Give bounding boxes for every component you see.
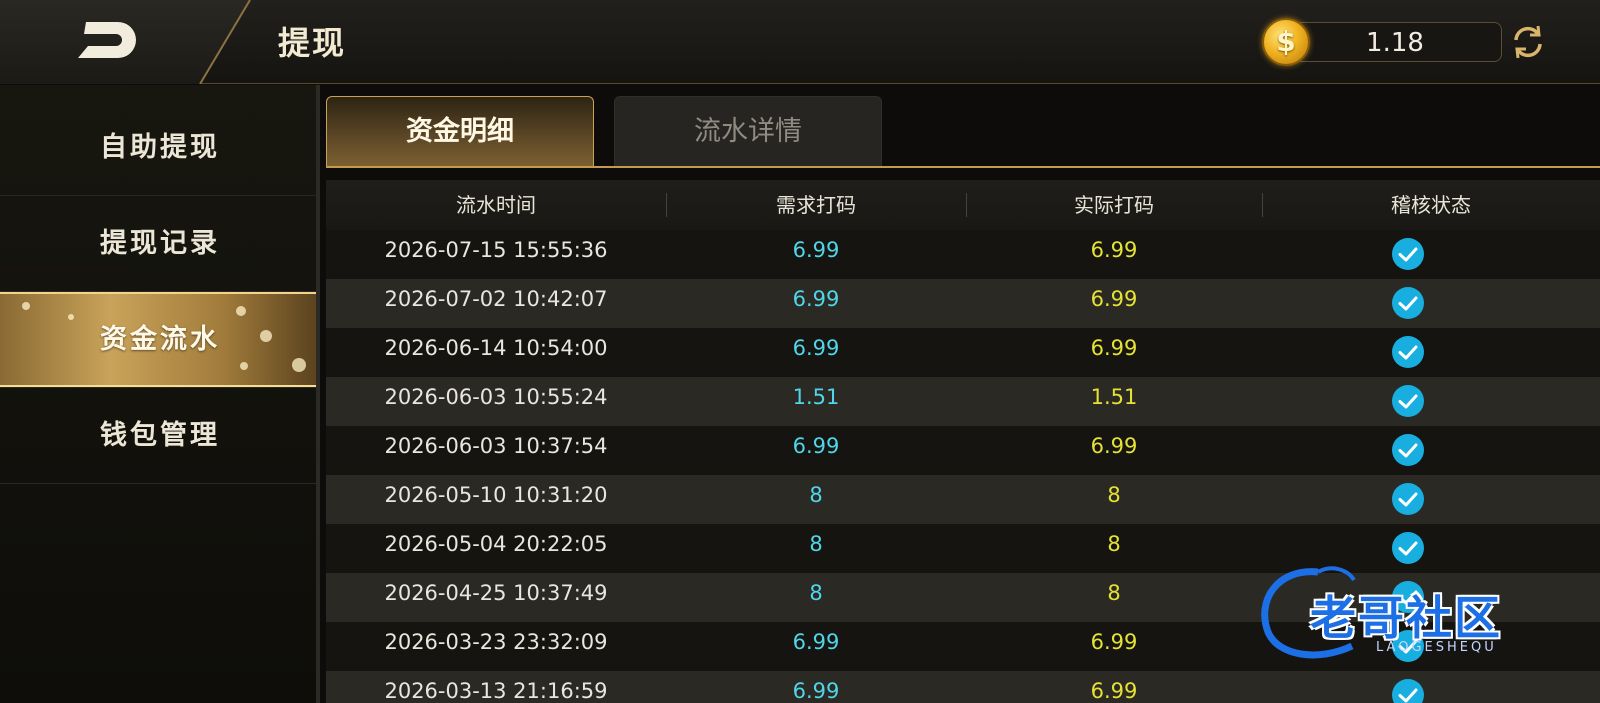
cell-actual: 6.99 <box>1090 434 1138 458</box>
cell-time: 2026-03-23 23:32:09 <box>384 630 608 654</box>
coin-icon: $ <box>1262 18 1310 66</box>
column-header-time: 流水时间 <box>456 193 536 217</box>
check-icon <box>1392 581 1424 613</box>
check-icon <box>1392 385 1424 417</box>
cell-actual: 8 <box>1107 581 1121 605</box>
check-icon <box>1392 238 1424 270</box>
back-button[interactable] <box>72 18 142 64</box>
sidebar-item-fund-flow[interactable]: 资金流水 <box>0 292 316 388</box>
table-row: 2026-07-02 10:42:07 6.99 6.99 <box>326 279 1600 329</box>
column-header-actual: 实际打码 <box>1074 193 1154 217</box>
tab-fund-details[interactable]: 资金明细 <box>326 96 594 166</box>
cell-time: 2026-07-15 15:55:36 <box>384 238 608 262</box>
cell-actual: 6.99 <box>1090 679 1138 703</box>
sidebar: 自助提现 提现记录 资金流水 钱包管理 <box>0 85 320 703</box>
cell-time: 2026-06-03 10:37:54 <box>384 434 608 458</box>
cell-time: 2026-06-14 10:54:00 <box>384 336 608 360</box>
cell-actual: 6.99 <box>1090 287 1138 311</box>
sidebar-item-label: 资金流水 <box>100 324 220 355</box>
cell-actual: 8 <box>1107 483 1121 507</box>
sidebar-item-wallet-management[interactable]: 钱包管理 <box>0 388 316 484</box>
cell-required: 1.51 <box>792 385 840 409</box>
cell-time: 2026-05-10 10:31:20 <box>384 483 608 507</box>
table-row: 2026-07-15 15:55:36 6.99 6.99 <box>326 230 1600 280</box>
check-icon <box>1392 434 1424 466</box>
sparkle-decoration <box>68 314 74 320</box>
check-icon <box>1392 336 1424 368</box>
cell-required: 6.99 <box>792 679 840 703</box>
back-icon <box>78 22 136 58</box>
coin-symbol: $ <box>1276 25 1296 58</box>
cell-actual: 1.51 <box>1090 385 1138 409</box>
refresh-icon[interactable] <box>1508 22 1548 62</box>
check-icon <box>1392 483 1424 515</box>
table-row: 2026-05-04 20:22:05 8 8 <box>326 524 1600 574</box>
cell-actual: 6.99 <box>1090 336 1138 360</box>
sidebar-item-label: 自助提现 <box>100 132 220 163</box>
column-header-status: 稽核状态 <box>1391 193 1471 217</box>
balance-value: 1.18 <box>1366 28 1424 58</box>
table-row: 2026-03-13 21:16:59 6.99 6.99 <box>326 671 1600 703</box>
column-header-required: 需求打码 <box>776 193 856 217</box>
sidebar-item-self-withdraw[interactable]: 自助提现 <box>0 100 316 196</box>
table-row: 2026-05-10 10:31:20 8 8 <box>326 475 1600 525</box>
cell-actual: 8 <box>1107 532 1121 556</box>
check-icon <box>1392 287 1424 319</box>
page-title: 提现 <box>278 24 347 62</box>
cell-required: 8 <box>809 483 823 507</box>
cell-required: 8 <box>809 532 823 556</box>
table-row: 2026-06-14 10:54:00 6.99 6.99 <box>326 328 1600 378</box>
check-icon <box>1392 630 1424 662</box>
check-icon <box>1392 532 1424 564</box>
cell-required: 6.99 <box>792 336 840 360</box>
fund-flow-table: 流水时间 需求打码 实际打码 稽核状态 2026-07-15 15:55:36 6… <box>326 180 1600 703</box>
cell-required: 6.99 <box>792 630 840 654</box>
table-row: 2026-04-25 10:37:49 8 8 <box>326 573 1600 623</box>
cell-actual: 6.99 <box>1090 630 1138 654</box>
cell-required: 6.99 <box>792 287 840 311</box>
cell-time: 2026-07-02 10:42:07 <box>384 287 608 311</box>
sparkle-decoration <box>236 306 246 316</box>
table-header: 流水时间 需求打码 实际打码 稽核状态 <box>326 180 1600 230</box>
sparkle-decoration <box>240 362 248 370</box>
cell-required: 8 <box>809 581 823 605</box>
check-icon <box>1392 679 1424 703</box>
sparkle-decoration <box>22 302 30 310</box>
table-row: 2026-03-23 23:32:09 6.99 6.99 <box>326 622 1600 672</box>
cell-time: 2026-06-03 10:55:24 <box>384 385 608 409</box>
top-bar: 提现 1.18 $ <box>0 0 1600 84</box>
balance-box: 1.18 <box>1286 22 1502 62</box>
sidebar-item-label: 提现记录 <box>100 228 220 259</box>
tab-flow-details[interactable]: 流水详情 <box>614 96 882 166</box>
tabs-bar: 资金明细 流水详情 <box>326 96 1600 168</box>
sidebar-item-label: 钱包管理 <box>100 420 220 451</box>
sparkle-decoration <box>260 330 272 342</box>
cell-time: 2026-05-04 20:22:05 <box>384 532 608 556</box>
sidebar-item-withdraw-records[interactable]: 提现记录 <box>0 196 316 292</box>
table-row: 2026-06-03 10:37:54 6.99 6.99 <box>326 426 1600 476</box>
table-row: 2026-06-03 10:55:24 1.51 1.51 <box>326 377 1600 427</box>
cell-actual: 6.99 <box>1090 238 1138 262</box>
gold-divider <box>199 0 251 84</box>
cell-time: 2026-04-25 10:37:49 <box>384 581 608 605</box>
cell-time: 2026-03-13 21:16:59 <box>384 679 608 703</box>
cell-required: 6.99 <box>792 434 840 458</box>
cell-required: 6.99 <box>792 238 840 262</box>
sparkle-decoration <box>292 358 306 372</box>
